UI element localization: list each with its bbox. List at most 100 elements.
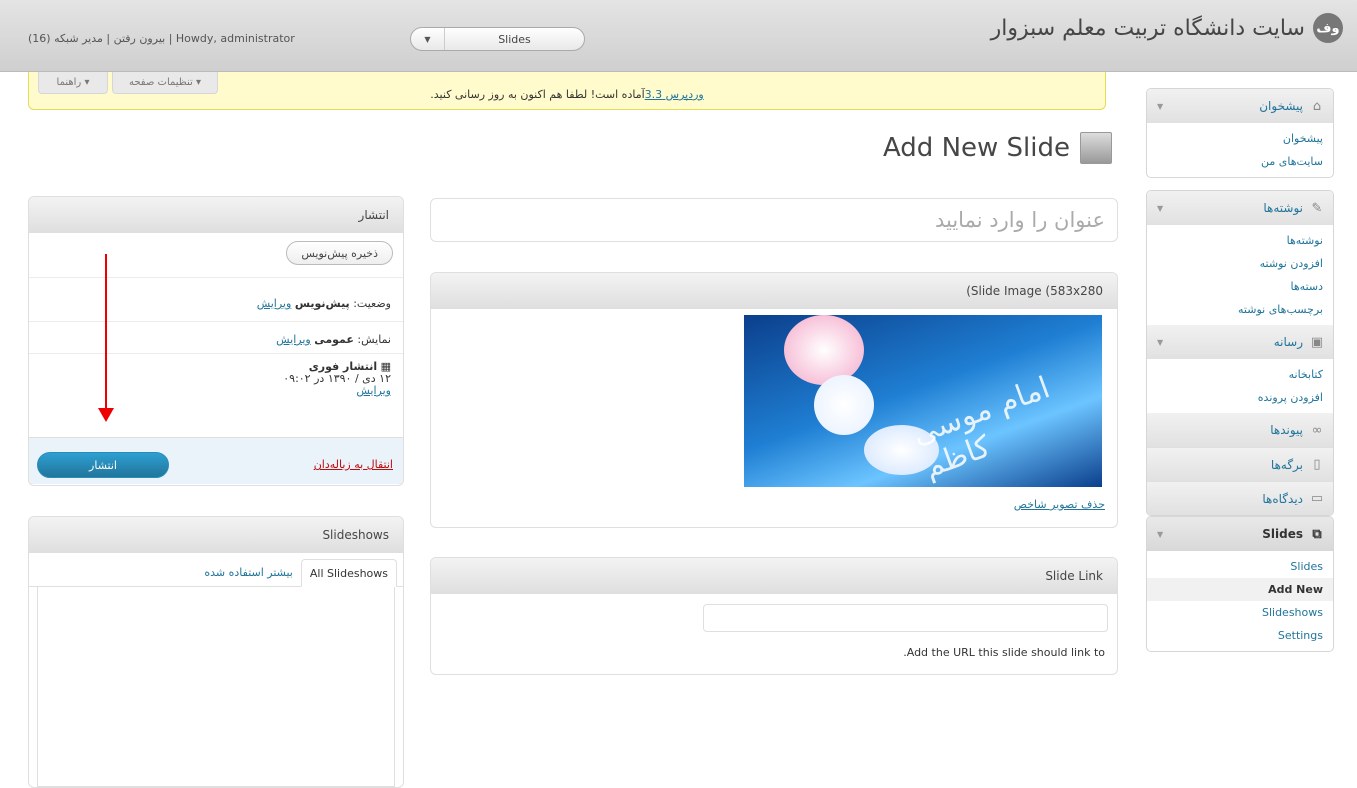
username-link[interactable]: administrator (220, 32, 294, 45)
submenu-item-posts[interactable]: نوشته‌ها (1147, 229, 1333, 252)
menu-slides: ⧉ Slides ▼ Slides Add New Slideshows Set… (1146, 516, 1334, 652)
submenu: نوشته‌ها افزودن نوشته دسته‌ها برچسب‌های … (1147, 225, 1333, 325)
logout-link[interactable]: بیرون رفتن (114, 32, 166, 45)
menu-item-pages[interactable]: ▯ برگه‌ها (1147, 447, 1333, 481)
menu-toggle-icon[interactable]: ▼ (1157, 530, 1163, 539)
menu-toggle-icon[interactable]: ▼ (1157, 204, 1163, 213)
dashboard-icon: ⌂ (1312, 98, 1322, 114)
publish-button[interactable]: انتشار (37, 452, 169, 478)
menu-item-links[interactable]: ∞ پیوندها (1147, 413, 1333, 447)
edit-status-link[interactable]: ویرایش (257, 297, 292, 310)
screen-options-tab[interactable]: تنظیمات صفحه ▾ (112, 72, 218, 94)
menu-toggle-icon[interactable]: ▼ (1157, 102, 1163, 111)
menu-item-media[interactable]: ▣ رسانه ▼ (1147, 325, 1333, 359)
menu-posts: ✎ نوشته‌ها ▼ نوشته‌ها افزودن نوشته دسته‌… (1146, 190, 1334, 516)
visibility-row: نمایش: عمومی ویرایش (264, 333, 403, 346)
submenu-item-add-new[interactable]: Add New (1147, 578, 1333, 601)
slideshows-tabs: بیشتر استفاده شده All Slideshows (29, 557, 403, 587)
submenu-item-library[interactable]: کتابخانه (1147, 363, 1333, 386)
slideshows-box: Slideshows بیشتر استفاده شده All Slidesh… (28, 516, 404, 788)
menu-toggle-icon[interactable]: ▼ (1157, 338, 1163, 347)
admin-menu: ⌂ پیشخوان ▼ پیشخوان سایت‌های من ✎ نوشته‌… (1146, 88, 1334, 658)
status-row: وضعیت: پیش‌نویس ویرایش (245, 297, 403, 310)
edit-visibility-link[interactable]: ویرایش (276, 333, 311, 346)
divider (29, 353, 403, 354)
link-icon: ∞ (1311, 422, 1323, 438)
user-info: بیرون رفتن | مدیر شبکه (16) | Howdy, adm… (28, 32, 295, 45)
submenu-item-dashboard[interactable]: پیشخوان (1147, 127, 1333, 150)
remove-featured-image-link[interactable]: حذف تصویر شاخص (1014, 498, 1105, 511)
divider (29, 277, 403, 278)
separator: | (165, 32, 176, 45)
menu-label: پیوندها (1270, 423, 1303, 437)
submenu-item-categories[interactable]: دسته‌ها (1147, 275, 1333, 298)
submenu: پیشخوان سایت‌های من (1147, 123, 1333, 177)
slide-link-heading[interactable]: Slide Link (431, 558, 1117, 594)
menu-label: نوشته‌ها (1263, 201, 1303, 215)
major-publishing-actions: انتشار انتقال به زباله‌دان (29, 437, 403, 484)
menu-label: پیشخوان (1259, 99, 1303, 113)
submenu: کتابخانه افزودن پرونده (1147, 359, 1333, 413)
site-title-text[interactable]: سایت دانشگاه تربیت معلم سبزوار (991, 16, 1305, 41)
slides-icon (1080, 132, 1112, 164)
menu-label: Slides (1262, 527, 1303, 541)
submenu-item-my-sites[interactable]: سایت‌های من (1147, 150, 1333, 173)
slide-image-heading[interactable]: (Slide Image (583x280 (431, 273, 1117, 309)
update-nag-message: آماده است! لطفا هم اکنون به روز رسانی کن… (430, 88, 645, 101)
save-draft-button[interactable]: ذخیره پیش‌نویس (286, 241, 393, 265)
tab-most-used[interactable]: بیشتر استفاده شده (196, 558, 301, 586)
flower-image (814, 375, 874, 435)
favorite-actions-dropdown[interactable]: ▼ Slides (410, 27, 585, 51)
slides-icon: ⧉ (1312, 526, 1322, 542)
separator: | (102, 32, 114, 45)
update-nag-version-link[interactable]: وردپرس 3.3 (645, 88, 704, 101)
status-label: وضعیت: (349, 297, 391, 310)
pin-icon: ✎ (1311, 200, 1323, 216)
menu-dashboard: ⌂ پیشخوان ▼ پیشخوان سایت‌های من (1146, 88, 1334, 178)
menu-item-slides[interactable]: ⧉ Slides ▼ (1147, 517, 1333, 551)
help-tab[interactable]: راهنما ▾ (38, 72, 108, 94)
slide-link-box: Slide Link .Add the URL this slide shoul… (430, 557, 1118, 675)
submenu-item-tags[interactable]: برچسب‌های نوشته (1147, 298, 1333, 321)
howdy-text: Howdy, (175, 32, 217, 45)
wordpress-logo-icon: وف (1313, 13, 1343, 43)
submenu-item-slides[interactable]: Slides (1147, 555, 1333, 578)
chevron-down-icon[interactable]: ▼ (411, 28, 445, 50)
visibility-label: نمایش: (353, 333, 391, 346)
title-input[interactable]: عنوان را وارد نمایید (430, 198, 1118, 242)
media-icon: ▣ (1310, 334, 1324, 350)
move-to-trash-link[interactable]: انتقال به زباله‌دان (314, 458, 393, 471)
favorite-actions-label[interactable]: Slides (445, 33, 584, 46)
tab-all-slideshows[interactable]: All Slideshows (300, 559, 397, 587)
edit-schedule-link[interactable]: ویرایش (356, 384, 391, 397)
menu-label: رسانه (1273, 335, 1303, 349)
slide-image[interactable]: امام موسی کاظم (744, 315, 1102, 487)
status-value: پیش‌نویس (294, 297, 350, 310)
divider (29, 321, 403, 322)
page-icon: ▯ (1313, 457, 1321, 472)
publish-box: انتشار ذخیره پیش‌نویس وضعیت: پیش‌نویس وی… (28, 196, 404, 486)
submenu-item-add-media[interactable]: افزودن پرونده (1147, 386, 1333, 409)
menu-label: دیدگاه‌ها (1262, 491, 1303, 506)
menu-item-comments[interactable]: ▭ دیدگاه‌ها (1147, 481, 1333, 515)
slideshows-checklist[interactable] (37, 587, 395, 787)
calligraphy-text: امام موسی کاظم (907, 370, 1055, 486)
page-title-text: Add New Slide (882, 133, 1070, 163)
menu-item-dashboard[interactable]: ⌂ پیشخوان ▼ (1147, 89, 1333, 123)
submenu-item-add-post[interactable]: افزودن نوشته (1147, 252, 1333, 275)
annotation-arrow (105, 254, 107, 410)
publish-heading[interactable]: انتشار (29, 197, 403, 233)
admin-header: وف سایت دانشگاه تربیت معلم سبزوار ▼ Slid… (0, 0, 1357, 72)
site-title[interactable]: وف سایت دانشگاه تربیت معلم سبزوار (991, 8, 1343, 48)
visibility-value: عمومی (314, 333, 354, 346)
submenu-item-slideshows[interactable]: Slideshows (1147, 601, 1333, 624)
submenu: Slides Add New Slideshows Settings (1147, 551, 1333, 651)
schedule-row: ▦ انتشار فوری ۱۲ دی / ۱۳۹۰ در ۰۹:۰۲ ویرا… (271, 361, 403, 397)
slide-image-box: (Slide Image (583x280 امام موسی کاظم حذف… (430, 272, 1118, 528)
menu-item-posts[interactable]: ✎ نوشته‌ها ▼ (1147, 191, 1333, 225)
slide-link-input[interactable] (703, 604, 1108, 632)
annotation-arrow-head (98, 408, 114, 422)
network-admin-link[interactable]: مدیر شبکه (16) (28, 32, 103, 45)
submenu-item-settings[interactable]: Settings (1147, 624, 1333, 647)
slideshows-heading[interactable]: Slideshows (29, 517, 403, 553)
